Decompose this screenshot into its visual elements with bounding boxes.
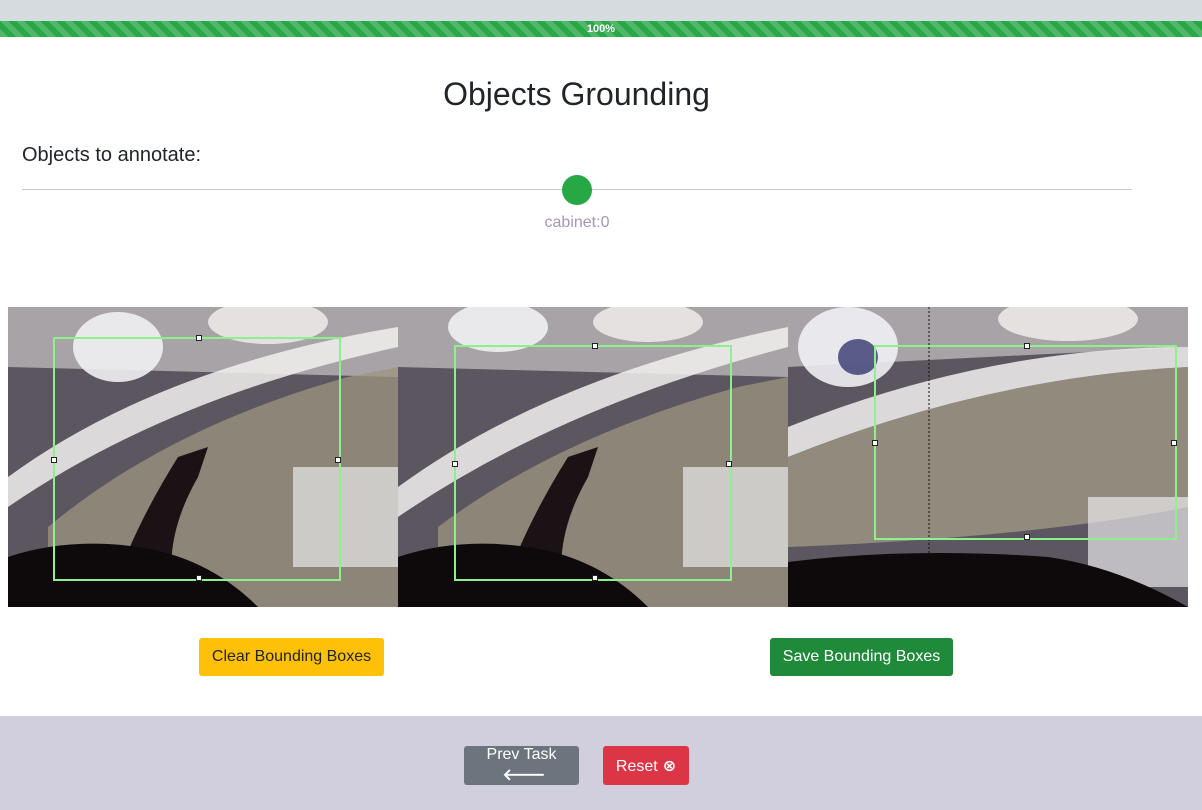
bbox-handle-top[interactable] — [592, 343, 598, 349]
prev-task-label: Prev Task — [486, 746, 557, 763]
object-slider-label: cabinet:0 — [544, 214, 610, 231]
video-frame-1[interactable] — [8, 307, 398, 607]
bounding-box-3[interactable] — [872, 343, 1177, 540]
bbox-handle-top[interactable] — [1024, 343, 1030, 349]
bbox-handle-right[interactable] — [335, 457, 341, 463]
clear-bounding-boxes-button[interactable]: Clear Bounding Boxes — [199, 638, 384, 676]
video-frame-2[interactable] — [398, 307, 788, 607]
close-circle-icon: ⊗ — [662, 757, 677, 775]
arrow-left-icon: 🡐 — [502, 767, 546, 784]
objects-to-annotate-label: Objects to annotate: — [22, 144, 202, 166]
bbox-handle-left[interactable] — [452, 461, 458, 467]
bbox-handle-left[interactable] — [51, 457, 57, 463]
progress-label: 100% — [586, 23, 616, 35]
bbox-handle-bottom[interactable] — [592, 575, 598, 581]
progress-bar: 100% — [0, 21, 1202, 37]
bbox-handle-left[interactable] — [872, 440, 878, 446]
object-slider-thumb[interactable] — [562, 175, 592, 205]
footer — [0, 716, 1202, 810]
video-frames — [8, 307, 1188, 607]
prev-task-button[interactable]: Prev Task 🡐 — [464, 746, 579, 785]
bounding-box-1[interactable] — [51, 335, 341, 581]
bbox-handle-right[interactable] — [726, 461, 732, 467]
bbox-handle-right[interactable] — [1171, 440, 1177, 446]
bbox-handle-bottom[interactable] — [1024, 534, 1030, 540]
bbox-handle-bottom[interactable] — [196, 575, 202, 581]
video-frame-3[interactable] — [788, 307, 1188, 607]
reset-button[interactable]: Reset ⊗ — [603, 746, 689, 785]
top-bar — [0, 0, 1202, 21]
page-title: Objects Grounding — [443, 76, 710, 112]
reset-label: Reset — [615, 757, 658, 775]
save-bounding-boxes-button[interactable]: Save Bounding Boxes — [770, 638, 953, 676]
bounding-box-2[interactable] — [452, 343, 732, 581]
bbox-handle-top[interactable] — [196, 335, 202, 341]
